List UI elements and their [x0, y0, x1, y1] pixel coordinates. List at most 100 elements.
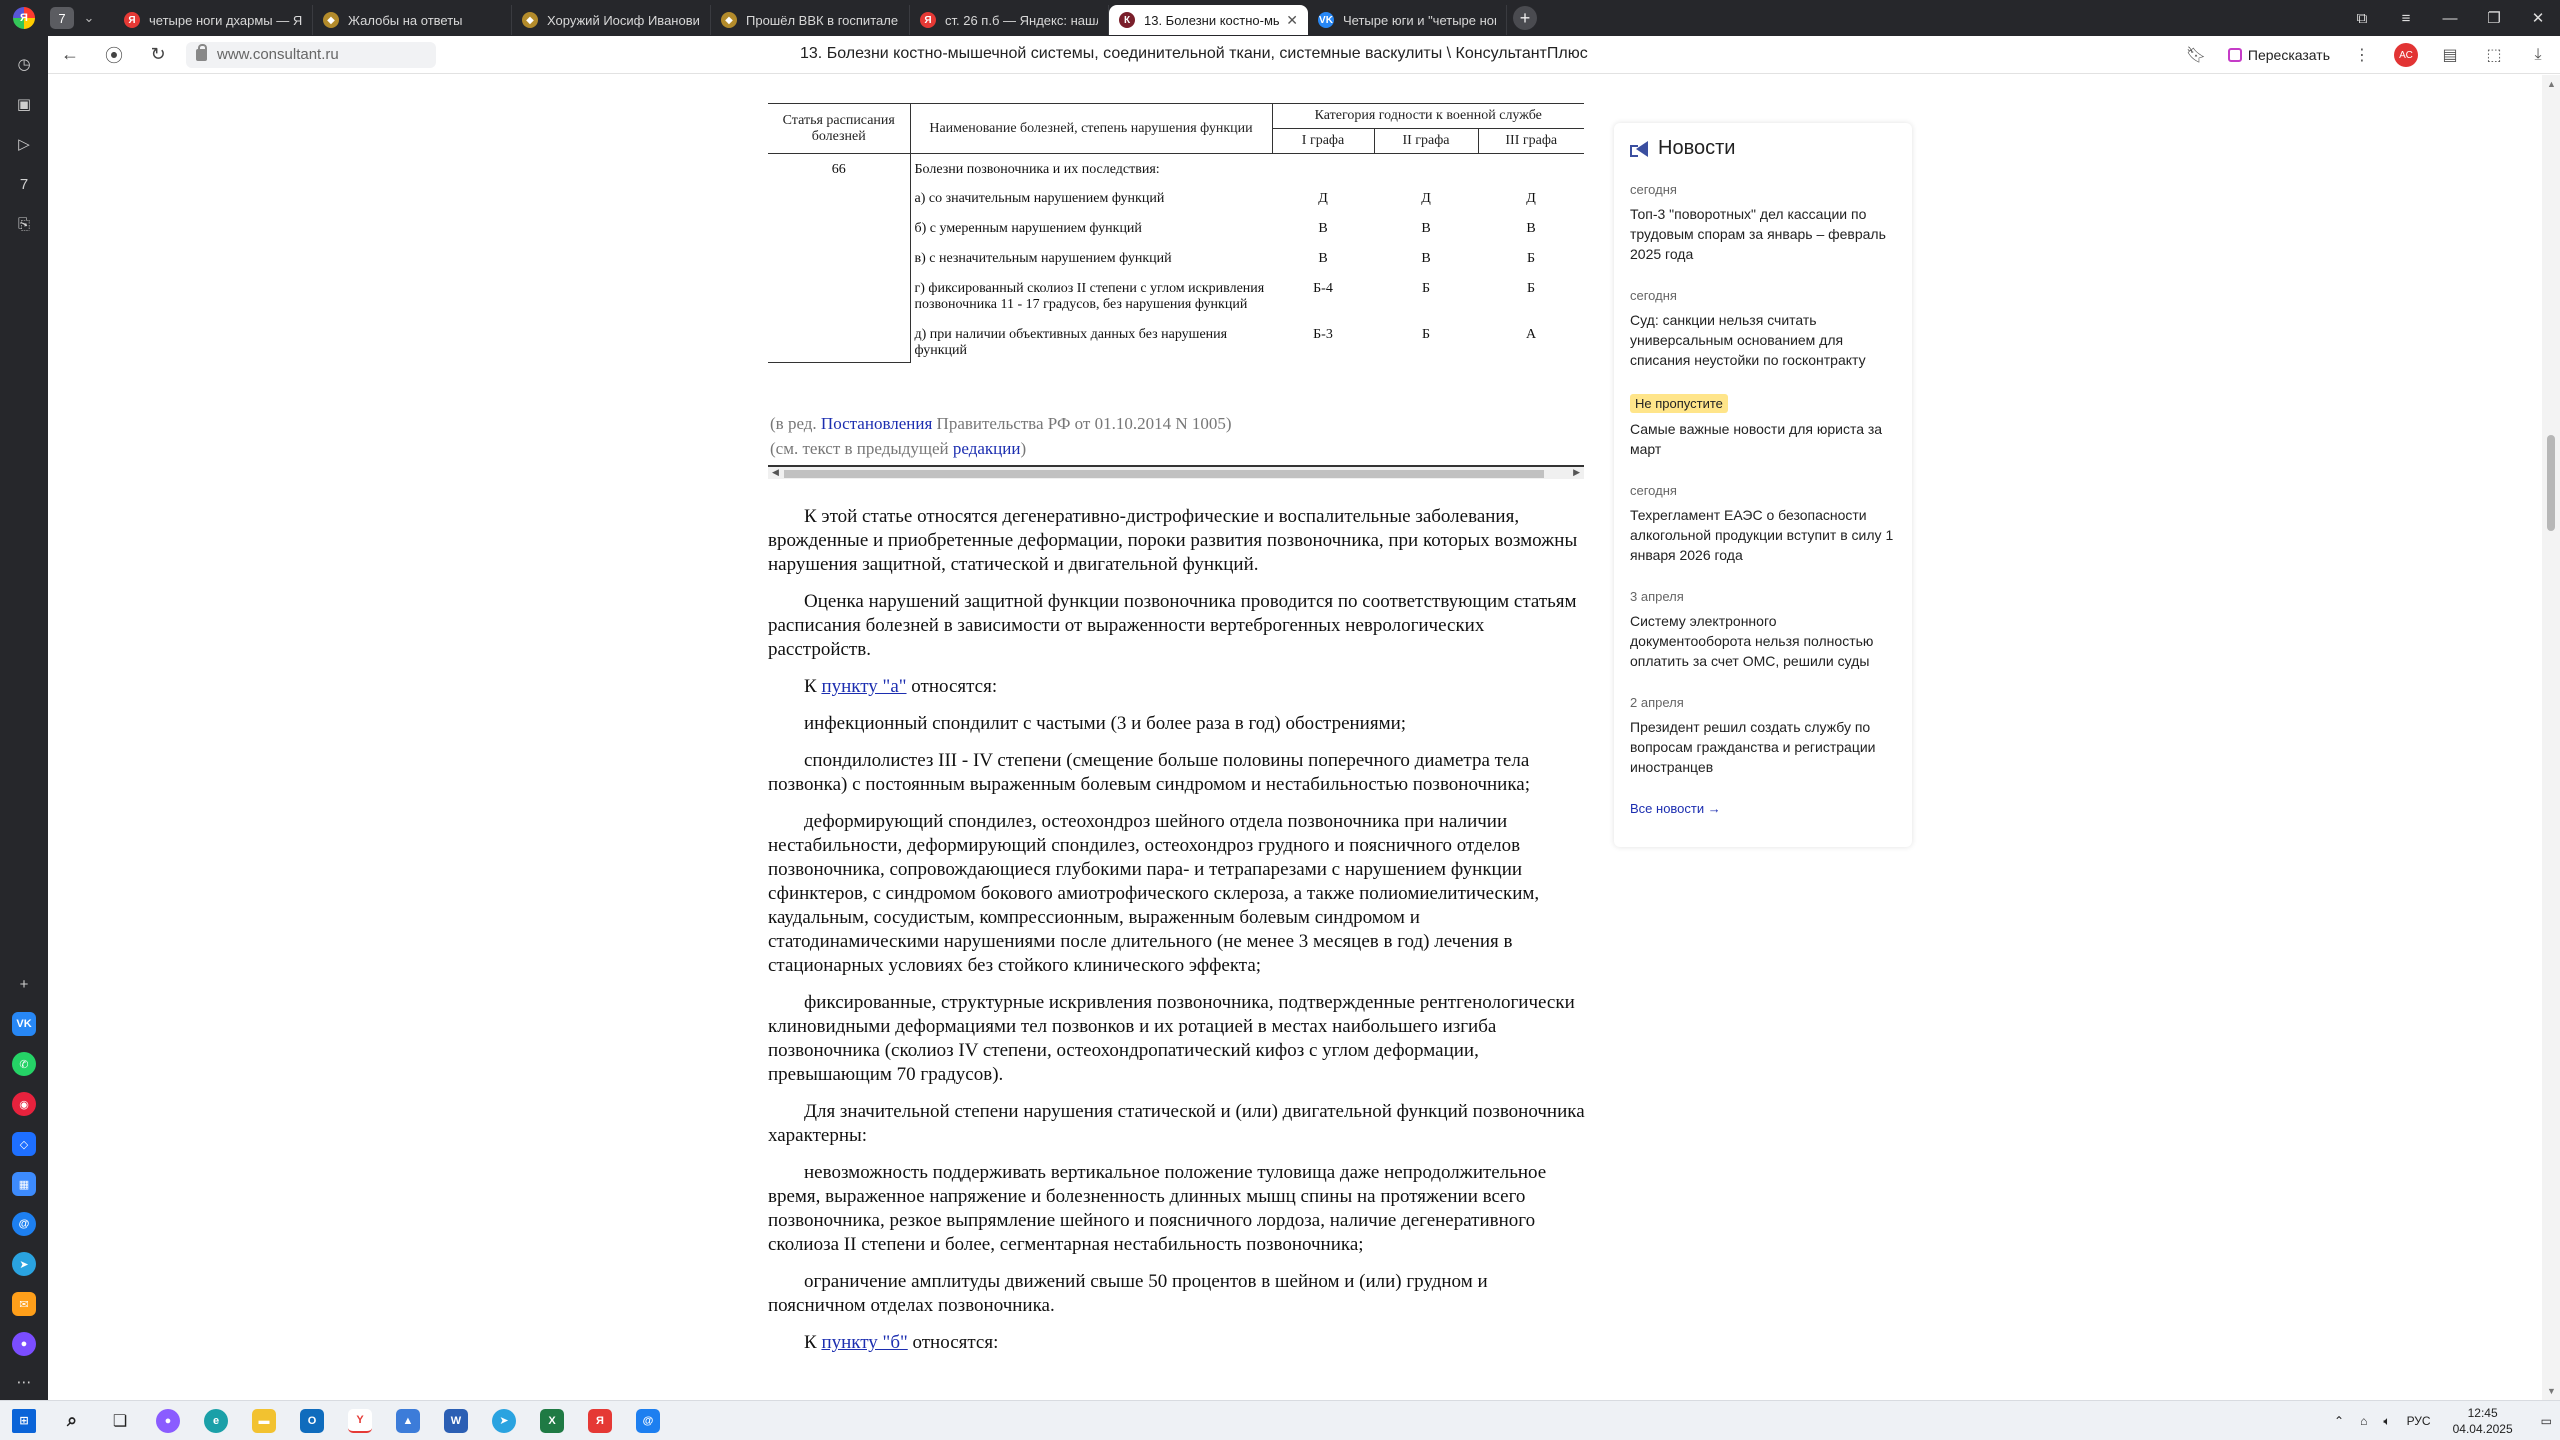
mail-taskbar-icon[interactable]: @ — [624, 1401, 672, 1440]
item-b-link[interactable]: пункту "б" — [821, 1332, 907, 1353]
shield-favicon-icon: ◆ — [721, 12, 737, 28]
tab-7[interactable]: VK Четыре юги и "четыре ноги" — [1308, 5, 1507, 35]
new-tab-button[interactable]: + — [1513, 6, 1537, 30]
scrollbar-thumb[interactable] — [784, 470, 1544, 478]
yandex-browser-logo[interactable]: Я — [0, 0, 48, 36]
window-close-icon[interactable]: ✕ — [2516, 9, 2560, 27]
url-text: www.consultant.ru — [217, 46, 339, 63]
outlook-icon[interactable]: O — [288, 1401, 336, 1440]
row-c2: Д — [1421, 191, 1431, 206]
avatar[interactable]: АС — [2394, 43, 2418, 67]
photos-icon[interactable]: ▲ — [384, 1401, 432, 1440]
more-vertical-icon[interactable]: ⋮ — [2340, 45, 2384, 65]
alice-icon[interactable]: ● — [12, 1332, 36, 1356]
minimize-icon[interactable]: — — [2428, 10, 2472, 27]
add-panel-icon[interactable]: + — [12, 972, 36, 996]
scroll-left-icon[interactable]: ◀ — [772, 467, 779, 478]
yandex-taskbar-icon[interactable]: Я — [576, 1401, 624, 1440]
item-a-link[interactable]: пункту "а" — [821, 676, 906, 697]
scroll-up-icon[interactable]: ▲ — [2547, 79, 2556, 89]
alice-taskbar-icon[interactable]: ● — [144, 1401, 192, 1440]
scroll-right-icon[interactable]: ▶ — [1573, 467, 1580, 478]
news-item[interactable]: сегодня Суд: санкции нельзя считать унив… — [1630, 288, 1896, 370]
messenger-icon[interactable]: ✉ — [12, 1292, 36, 1316]
yandex-browser-taskbar-icon[interactable]: Y — [336, 1401, 384, 1440]
clock[interactable]: 12:45 04.04.2025 — [2453, 1405, 2513, 1437]
news-text[interactable]: Самые важные новости для юриста за март — [1630, 419, 1896, 459]
restore-icon[interactable]: ❐ — [2472, 9, 2516, 27]
reading-list-icon[interactable]: ▤ — [2428, 45, 2472, 65]
screenshot-icon[interactable]: ⎘ — [12, 212, 36, 236]
retell-button[interactable]: Пересказать — [2218, 47, 2340, 63]
paragraph-text: К — [804, 676, 822, 697]
extensions-icon[interactable]: ⬚ — [2472, 45, 2516, 65]
windows-start-icon[interactable]: ⊞ — [0, 1401, 48, 1440]
page-title: 13. Болезни костно-мышечной системы, сое… — [800, 45, 1588, 62]
row-c1: В — [1318, 221, 1328, 236]
tab-6-active[interactable]: К 13. Болезни костно-мышечной ✕ — [1109, 5, 1308, 35]
protect-icon[interactable]: ⦿ — [92, 36, 136, 74]
news-item[interactable]: сегодня Топ-3 "поворотных" дел кассации … — [1630, 182, 1896, 264]
all-news-link[interactable]: Все новости → — [1630, 801, 1896, 816]
explorer-icon[interactable]: ▬ — [240, 1401, 288, 1440]
news-text[interactable]: Президент решил создать службу по вопрос… — [1630, 717, 1896, 777]
chevron-down-icon[interactable]: ⌄ — [78, 7, 100, 29]
row-c3: Д — [1526, 191, 1536, 206]
news-item[interactable]: 2 апреля Президент решил создать службу … — [1630, 695, 1896, 777]
previous-edition-link[interactable]: редакции — [953, 439, 1021, 458]
mail-at-icon[interactable]: @ — [12, 1212, 36, 1236]
table-horizontal-scrollbar[interactable]: ◀ ▶ — [768, 465, 1584, 479]
news-text[interactable]: Топ-3 "поворотных" дел кассации по трудо… — [1630, 204, 1896, 264]
edge-icon[interactable]: e — [192, 1401, 240, 1440]
reload-icon[interactable]: ↻ — [136, 36, 180, 74]
play-icon[interactable]: ▷ — [12, 132, 36, 156]
whatsapp-icon[interactable]: ✆ — [12, 1052, 36, 1076]
news-text[interactable]: Суд: санкции нельзя считать универсальны… — [1630, 310, 1896, 370]
task-view-icon[interactable]: ❏ — [96, 1401, 144, 1440]
url-field[interactable]: www.consultant.ru — [186, 41, 436, 68]
tab-4[interactable]: ◆ Прошёл ВВК в госпитале — [711, 5, 910, 35]
tab-1[interactable]: Я четыре ноги дхармы — Яндекс — [114, 5, 313, 35]
vk-icon[interactable]: VK — [12, 1012, 36, 1036]
language-indicator[interactable]: РУС — [2407, 1414, 2431, 1428]
news-text[interactable]: Техрегламент ЕАЭС о безопасности алкогол… — [1630, 505, 1896, 565]
telegram-icon[interactable]: ➤ — [12, 1252, 36, 1276]
news-text[interactable]: Систему электронного документооборота не… — [1630, 611, 1896, 671]
search-icon[interactable]: ⌕ — [48, 1401, 96, 1440]
menu-icon[interactable]: ≡ — [2384, 10, 2428, 27]
notifications-icon[interactable]: ▭ — [2541, 1414, 2552, 1428]
word-icon[interactable]: W — [432, 1401, 480, 1440]
news-item[interactable]: 3 апреля Систему электронного документоо… — [1630, 589, 1896, 671]
music-icon[interactable]: ◉ — [12, 1092, 36, 1116]
telegram-taskbar-icon[interactable]: ➤ — [480, 1401, 528, 1440]
header-name: Наименование болезней, степень нарушения… — [910, 103, 1273, 154]
excel-icon[interactable]: X — [528, 1401, 576, 1440]
tab-5[interactable]: Я ст. 26 п.б — Яндекс: нашлось — [910, 5, 1109, 35]
chevron-up-icon[interactable]: ⌃ — [2334, 1414, 2344, 1428]
speaker-icon[interactable]: 🔈︎ — [2383, 1414, 2390, 1429]
back-arrow-icon[interactable]: ← — [48, 36, 92, 74]
tab-count-button[interactable]: 7 — [50, 7, 74, 29]
header-article: Статья расписания болезней — [768, 103, 911, 154]
tab-2[interactable]: ◆ Жалобы на ответы — [313, 5, 512, 35]
bookmark-icon[interactable]: 🔖︎ — [2174, 45, 2218, 65]
apps-grid-icon[interactable]: ▦ — [12, 1172, 36, 1196]
resolution-link[interactable]: Постановления — [821, 414, 932, 433]
zen-icon[interactable]: ◇ — [12, 1132, 36, 1156]
bookmarks-collection-icon[interactable]: ⧉ — [2340, 10, 2384, 27]
more-horizontal-icon[interactable]: ⋯ — [12, 1370, 36, 1394]
history-icon[interactable]: ◷ — [12, 52, 36, 76]
news-item[interactable]: Не пропустите Самые важные новости для ю… — [1630, 394, 1896, 459]
seven-icon[interactable]: 7 — [12, 172, 36, 196]
close-icon[interactable]: ✕ — [1286, 12, 1298, 29]
page-vertical-scrollbar[interactable]: ▲ ▼ — [2542, 75, 2560, 1400]
row-name: б) с умеренным нарушением функций — [914, 221, 1142, 236]
downloads-icon[interactable]: ⤓ — [2516, 46, 2560, 64]
scrollbar-thumb[interactable] — [2547, 435, 2555, 531]
tab-3[interactable]: ◆ Хоружий Иосиф Иванович — [512, 5, 711, 35]
table-row: г) фиксированный сколиоз II степени с уг… — [768, 270, 1584, 316]
collections-icon[interactable]: ▣ — [12, 92, 36, 116]
network-icon[interactable]: ⌂ — [2360, 1414, 2367, 1428]
news-item[interactable]: сегодня Техрегламент ЕАЭС о безопасности… — [1630, 483, 1896, 565]
scroll-down-icon[interactable]: ▼ — [2547, 1386, 2556, 1396]
